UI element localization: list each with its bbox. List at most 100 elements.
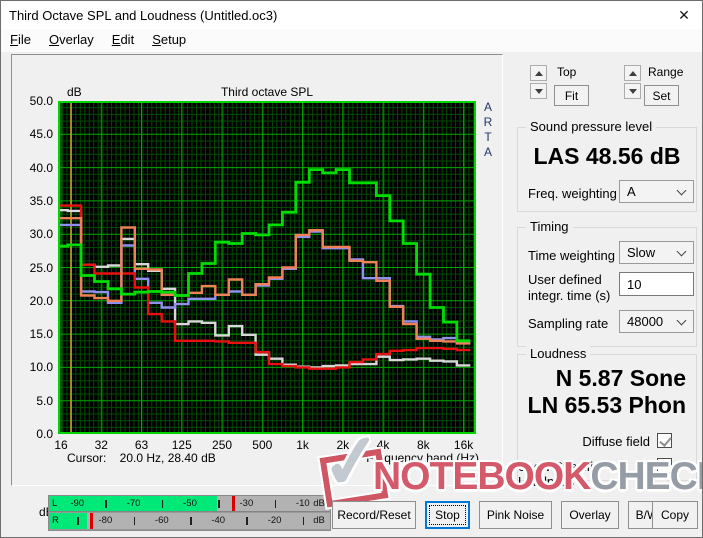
chart-title: Third octave SPL bbox=[58, 85, 476, 99]
meter-scale-label: -50 bbox=[183, 498, 197, 509]
y-tick-label: 30.0 bbox=[19, 227, 53, 241]
spl-value: LAS 48.56 dB bbox=[518, 143, 696, 170]
meter-row-right: R -80 -60 -40 -20 dB bbox=[49, 513, 330, 529]
window-title: Third Octave SPL and Loudness (Untitled.… bbox=[9, 8, 277, 23]
meter-tick bbox=[246, 517, 248, 525]
y-tick-label: 20.0 bbox=[19, 294, 53, 308]
record-reset-button[interactable]: Record/Reset bbox=[332, 501, 416, 529]
freq-weighting-select[interactable]: A bbox=[619, 180, 694, 203]
y-tick-label: 10.0 bbox=[19, 360, 53, 374]
spl-group-caption: Sound pressure level bbox=[526, 119, 656, 134]
meter-scale-label: -10 bbox=[296, 498, 310, 509]
meter-scale-label: -20 bbox=[268, 515, 282, 526]
x-tick-label: 8k bbox=[403, 438, 443, 452]
spl-group: Sound pressure level LAS 48.56 dB Freq. … bbox=[517, 127, 697, 212]
meter-tick bbox=[105, 500, 107, 508]
meter-tick bbox=[162, 500, 164, 508]
meter-tick bbox=[134, 517, 136, 525]
stop-button[interactable]: Stop bbox=[425, 501, 470, 529]
meter-peak-indicator bbox=[90, 513, 93, 529]
overlay-button[interactable]: Overlay bbox=[561, 501, 619, 529]
meter-peak-indicator bbox=[232, 496, 235, 512]
meter-unit-label: dB bbox=[313, 498, 325, 509]
chevron-down-icon bbox=[677, 247, 687, 257]
set-button[interactable]: Set bbox=[644, 85, 679, 106]
meter-scale-label: -60 bbox=[155, 515, 169, 526]
range-spinner bbox=[624, 65, 641, 99]
timing-group: Timing Time weighting Slow User defined … bbox=[517, 227, 697, 347]
chevron-down-icon bbox=[677, 186, 687, 196]
y-tick-label: 45.0 bbox=[19, 127, 53, 141]
y-tick-label: 25.0 bbox=[19, 261, 53, 275]
menu-edit[interactable]: Edit bbox=[103, 29, 143, 51]
loudness-group-caption: Loudness bbox=[526, 346, 590, 361]
meter-channel-label: L bbox=[52, 498, 57, 509]
close-icon[interactable]: ✕ bbox=[674, 6, 694, 24]
meter-scale-label: -70 bbox=[127, 498, 141, 509]
x-axis-title: Frequency band (Hz) bbox=[301, 451, 479, 465]
x-tick-label: 125 bbox=[162, 438, 202, 452]
range-label: Range bbox=[648, 65, 683, 79]
y-tick-label: 50.0 bbox=[19, 94, 53, 108]
top-spinner bbox=[530, 65, 547, 99]
sampling-rate-label: Sampling rate bbox=[528, 316, 608, 331]
meter-tick bbox=[218, 500, 220, 508]
meter-scale-label: -40 bbox=[211, 515, 225, 526]
y-tick-label: 5.0 bbox=[19, 394, 53, 408]
x-tick-label: 250 bbox=[202, 438, 242, 452]
arta-logo-text: ARTA bbox=[481, 100, 495, 160]
x-tick-label: 16k bbox=[444, 438, 484, 452]
range-spin-up-icon[interactable] bbox=[624, 65, 641, 81]
meter-scale-label: -30 bbox=[240, 498, 254, 509]
meter-scale-label: -80 bbox=[99, 515, 113, 526]
meter-scale-label: -90 bbox=[70, 498, 84, 509]
spl-plot[interactable] bbox=[58, 101, 476, 434]
copy-button[interactable]: Copy bbox=[652, 501, 698, 529]
loudness-group: Loudness N 5.87 Sone LN 65.53 Phon Diffu… bbox=[517, 354, 697, 481]
top-spin-up-icon[interactable] bbox=[530, 65, 547, 81]
meter-tick bbox=[190, 517, 192, 525]
meter-tick bbox=[303, 517, 305, 525]
menu-setup[interactable]: Setup bbox=[143, 29, 195, 51]
timing-group-caption: Timing bbox=[526, 219, 573, 234]
top-label: Top bbox=[557, 65, 576, 79]
plot-svg bbox=[58, 101, 476, 434]
meter-tick bbox=[77, 517, 79, 525]
specific-loudness-label: Show Specific Loudness bbox=[518, 459, 650, 489]
cursor-readout: Cursor: 20.0 Hz, 28.40 dB bbox=[67, 451, 216, 465]
x-tick-label: 1k bbox=[283, 438, 323, 452]
x-tick-label: 32 bbox=[81, 438, 121, 452]
range-spin-down-icon[interactable] bbox=[624, 83, 641, 99]
time-weighting-label: Time weighting bbox=[528, 248, 615, 263]
y-tick-label: 15.0 bbox=[19, 327, 53, 341]
integr-time-input[interactable]: 10 bbox=[619, 272, 694, 296]
meter-tick bbox=[275, 500, 277, 508]
sampling-rate-select[interactable]: 48000 bbox=[619, 310, 694, 333]
x-tick-label: 16 bbox=[41, 438, 81, 452]
menu-overlay[interactable]: Overlay bbox=[40, 29, 103, 51]
specific-loudness-checkbox[interactable] bbox=[657, 458, 672, 473]
pink-noise-button[interactable]: Pink Noise bbox=[479, 501, 552, 529]
time-weighting-select[interactable]: Slow bbox=[619, 241, 694, 264]
x-tick-label: 4k bbox=[363, 438, 403, 452]
fit-button[interactable]: Fit bbox=[554, 85, 589, 106]
app-window: Third Octave SPL and Loudness (Untitled.… bbox=[0, 0, 703, 538]
x-tick-label: 63 bbox=[122, 438, 162, 452]
menu-bar: File Overlay Edit Setup bbox=[1, 29, 702, 52]
freq-weighting-label: Freq. weighting bbox=[528, 186, 617, 201]
loudness-sone-value: N 5.87 Sone bbox=[556, 365, 686, 392]
menu-file[interactable]: File bbox=[1, 29, 40, 51]
title-bar: Third Octave SPL and Loudness (Untitled.… bbox=[1, 1, 702, 29]
integr-time-label-line2: integr. time (s) bbox=[528, 288, 610, 303]
chevron-down-icon bbox=[677, 316, 687, 326]
y-tick-label: 35.0 bbox=[19, 194, 53, 208]
meter-unit-label: dB bbox=[313, 515, 325, 526]
level-meter: L -90 -70 -50 -30 -10dB R -80 -60 -40 -20 dB bbox=[48, 495, 331, 531]
diffuse-field-checkbox[interactable] bbox=[657, 433, 672, 448]
integr-time-label-line1: User defined bbox=[528, 272, 602, 287]
top-spin-down-icon[interactable] bbox=[530, 83, 547, 99]
x-tick-label: 2k bbox=[323, 438, 363, 452]
meter-row-left: L -90 -70 -50 -30 -10dB bbox=[49, 496, 330, 512]
meter-channel-label: R bbox=[52, 515, 59, 526]
diffuse-field-label: Diffuse field bbox=[582, 434, 650, 449]
